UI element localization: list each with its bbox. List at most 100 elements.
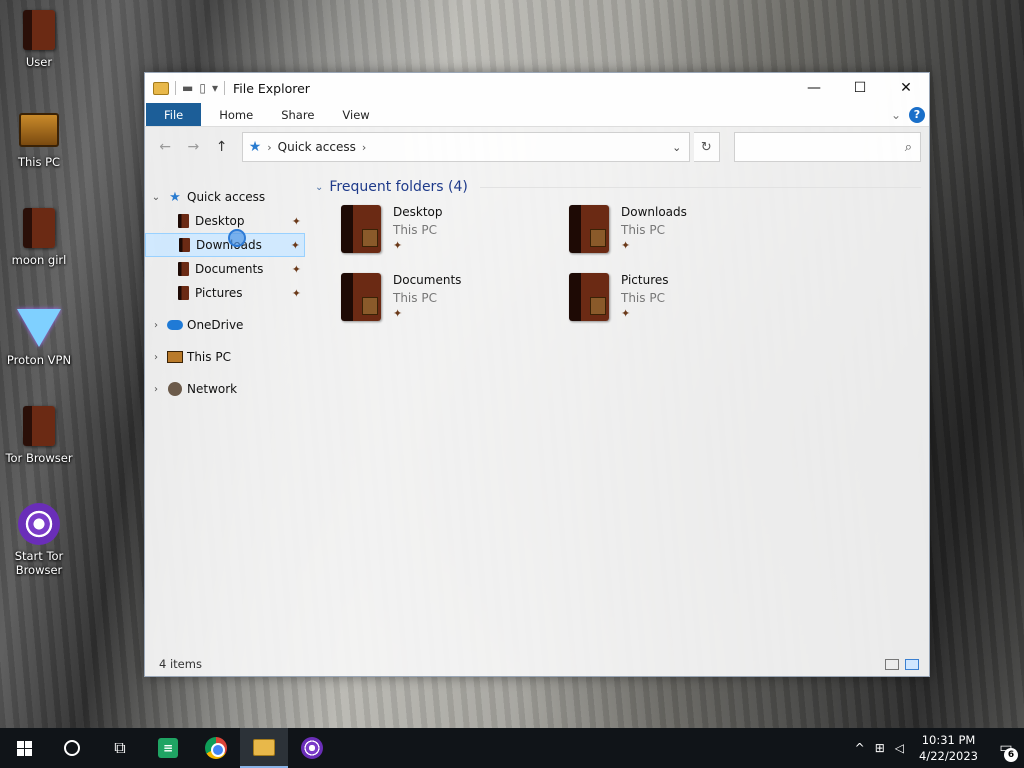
search-circle-icon <box>64 740 80 756</box>
details-view-button[interactable] <box>885 658 899 670</box>
forward-button[interactable]: → <box>181 134 205 160</box>
start-button[interactable] <box>0 728 48 768</box>
chevron-right-icon[interactable]: › <box>145 320 167 331</box>
back-button[interactable]: ← <box>153 134 177 160</box>
pin-icon: ✦ <box>290 238 300 252</box>
nav-this-pc[interactable]: › This PC <box>145 345 305 369</box>
desktop-icon-moon-girl[interactable]: moon girl <box>2 206 76 267</box>
folder-location: This PC <box>621 291 665 305</box>
clock[interactable]: 10:31 PM 4/22/2023 <box>909 732 988 764</box>
group-title: Frequent folders (4) <box>329 179 468 195</box>
navigation-pane: ⌄ ★ Quick access Desktop ✦ Downloads ✦ D… <box>145 167 305 652</box>
taskbar-app-tor-browser[interactable] <box>288 728 336 768</box>
nav-item-desktop[interactable]: Desktop ✦ <box>145 209 305 233</box>
maximize-button[interactable]: ☐ <box>837 73 883 103</box>
taskbar-app-chrome[interactable] <box>192 728 240 768</box>
folder-book-icon <box>175 213 191 229</box>
file-explorer-icon <box>253 738 275 756</box>
folder-location: This PC <box>621 223 665 237</box>
chevron-right-icon[interactable]: › <box>362 141 366 154</box>
large-icons-view-button[interactable] <box>905 658 919 670</box>
frequent-folders-header[interactable]: ⌄ Frequent folders (4) <box>313 175 921 199</box>
chrome-icon <box>205 737 227 759</box>
chevron-down-icon[interactable]: ⌄ <box>315 182 323 193</box>
item-count: 4 items <box>159 657 202 671</box>
tab-view[interactable]: View <box>328 103 383 126</box>
chevron-down-icon[interactable]: ▾ <box>212 81 218 95</box>
search-icon: ⌕ <box>904 139 912 155</box>
chevron-right-icon[interactable]: › <box>145 352 167 363</box>
clock-date: 4/22/2023 <box>919 749 978 763</box>
tab-home[interactable]: Home <box>205 103 267 126</box>
pin-icon: ✦ <box>393 239 403 252</box>
desktop-icon-label: This PC <box>17 155 61 169</box>
desktop-icon-label: Tor Browser <box>5 451 73 465</box>
close-button[interactable]: ✕ <box>883 73 929 103</box>
taskbar-app-sheets[interactable]: ≡ <box>144 728 192 768</box>
expand-ribbon-icon[interactable]: ⌄ <box>891 108 901 122</box>
divider <box>479 186 921 188</box>
address-history-dropdown[interactable]: ⌄ <box>665 141 689 154</box>
tor-icon <box>17 502 61 546</box>
tab-file[interactable]: File <box>146 103 202 126</box>
search-button[interactable] <box>48 728 96 768</box>
desktop-icon-user[interactable]: User <box>2 8 76 69</box>
chevron-down-icon[interactable]: ⌄ <box>145 192 167 203</box>
folder-tile-desktop[interactable]: Desktop This PC ✦ <box>341 205 569 261</box>
pin-icon: ✦ <box>291 214 301 228</box>
folder-book-icon <box>175 261 191 277</box>
help-icon[interactable]: ? <box>909 106 925 123</box>
desktop-icon-start-tor-browser[interactable]: Start Tor Browser <box>2 502 76 577</box>
clock-time: 10:31 PM <box>921 733 976 747</box>
nav-item-pictures[interactable]: Pictures ✦ <box>145 281 305 305</box>
notifications-button[interactable]: ▭ 6 <box>988 728 1024 768</box>
desktop-icon-label: User <box>25 55 53 69</box>
pin-icon: ✦ <box>621 307 631 320</box>
folder-tile-pictures[interactable]: Pictures This PC ✦ <box>569 273 797 329</box>
desktop-icon-tor-browser[interactable]: Tor Browser <box>2 404 76 465</box>
desktop-icon-this-pc[interactable]: This PC <box>2 108 76 169</box>
task-view-button[interactable]: ⧉ <box>96 728 144 768</box>
desktop-icon-label: Proton VPN <box>6 353 72 367</box>
task-view-icon: ⧉ <box>114 738 126 757</box>
chevron-right-icon[interactable]: › <box>145 384 167 395</box>
window-controls: — ☐ ✕ <box>791 73 929 103</box>
chevron-right-icon[interactable]: › <box>267 141 271 154</box>
folder-book-icon <box>175 285 191 301</box>
desktop-icon-proton-vpn[interactable]: Proton VPN <box>2 306 76 367</box>
address-bar[interactable]: ★ › Quick access › ⌄ <box>241 132 690 162</box>
breadcrumb-quick-access[interactable]: Quick access <box>278 140 356 154</box>
show-hidden-icons-button[interactable]: ^ <box>850 741 870 755</box>
sheets-icon: ≡ <box>158 738 178 758</box>
properties-icon[interactable]: ▬ <box>182 81 193 95</box>
folder-icon[interactable] <box>153 81 169 95</box>
quick-access-star-icon: ★ <box>248 139 262 155</box>
divider <box>175 81 176 95</box>
folder-name: Desktop <box>393 205 443 219</box>
new-folder-icon[interactable]: ▯ <box>199 81 206 95</box>
volume-muted-icon[interactable]: ◁ <box>890 741 909 755</box>
folder-location: This PC <box>393 223 437 237</box>
folder-tile-documents[interactable]: Documents This PC ✦ <box>341 273 569 329</box>
explorer-body: ⌄ ★ Quick access Desktop ✦ Downloads ✦ D… <box>145 167 929 652</box>
network-icon[interactable]: ⊞ <box>870 741 890 755</box>
search-input[interactable]: ⌕ <box>733 132 921 162</box>
up-button[interactable]: ↑ <box>209 134 233 160</box>
nav-item-downloads[interactable]: Downloads ✦ <box>145 233 305 257</box>
refresh-button[interactable]: ↻ <box>693 132 720 162</box>
nav-label: This PC <box>187 350 231 364</box>
folder-tile-downloads[interactable]: Downloads This PC ✦ <box>569 205 797 261</box>
taskbar-app-file-explorer[interactable] <box>240 728 288 768</box>
minimize-button[interactable]: — <box>791 73 837 103</box>
nav-quick-access[interactable]: ⌄ ★ Quick access <box>145 185 305 209</box>
quick-access-toolbar: ▬ ▯ ▾ <box>153 81 225 95</box>
nav-label: Documents <box>195 262 264 276</box>
nav-network[interactable]: › Network <box>145 377 305 401</box>
nav-item-documents[interactable]: Documents ✦ <box>145 257 305 281</box>
title-bar[interactable]: ▬ ▯ ▾ File Explorer — ☐ ✕ <box>145 73 929 103</box>
nav-onedrive[interactable]: › OneDrive <box>145 313 305 337</box>
nav-label: OneDrive <box>187 318 244 332</box>
window-title: File Explorer <box>232 80 310 96</box>
tab-share[interactable]: Share <box>267 103 328 126</box>
windows-logo-icon <box>16 740 32 756</box>
